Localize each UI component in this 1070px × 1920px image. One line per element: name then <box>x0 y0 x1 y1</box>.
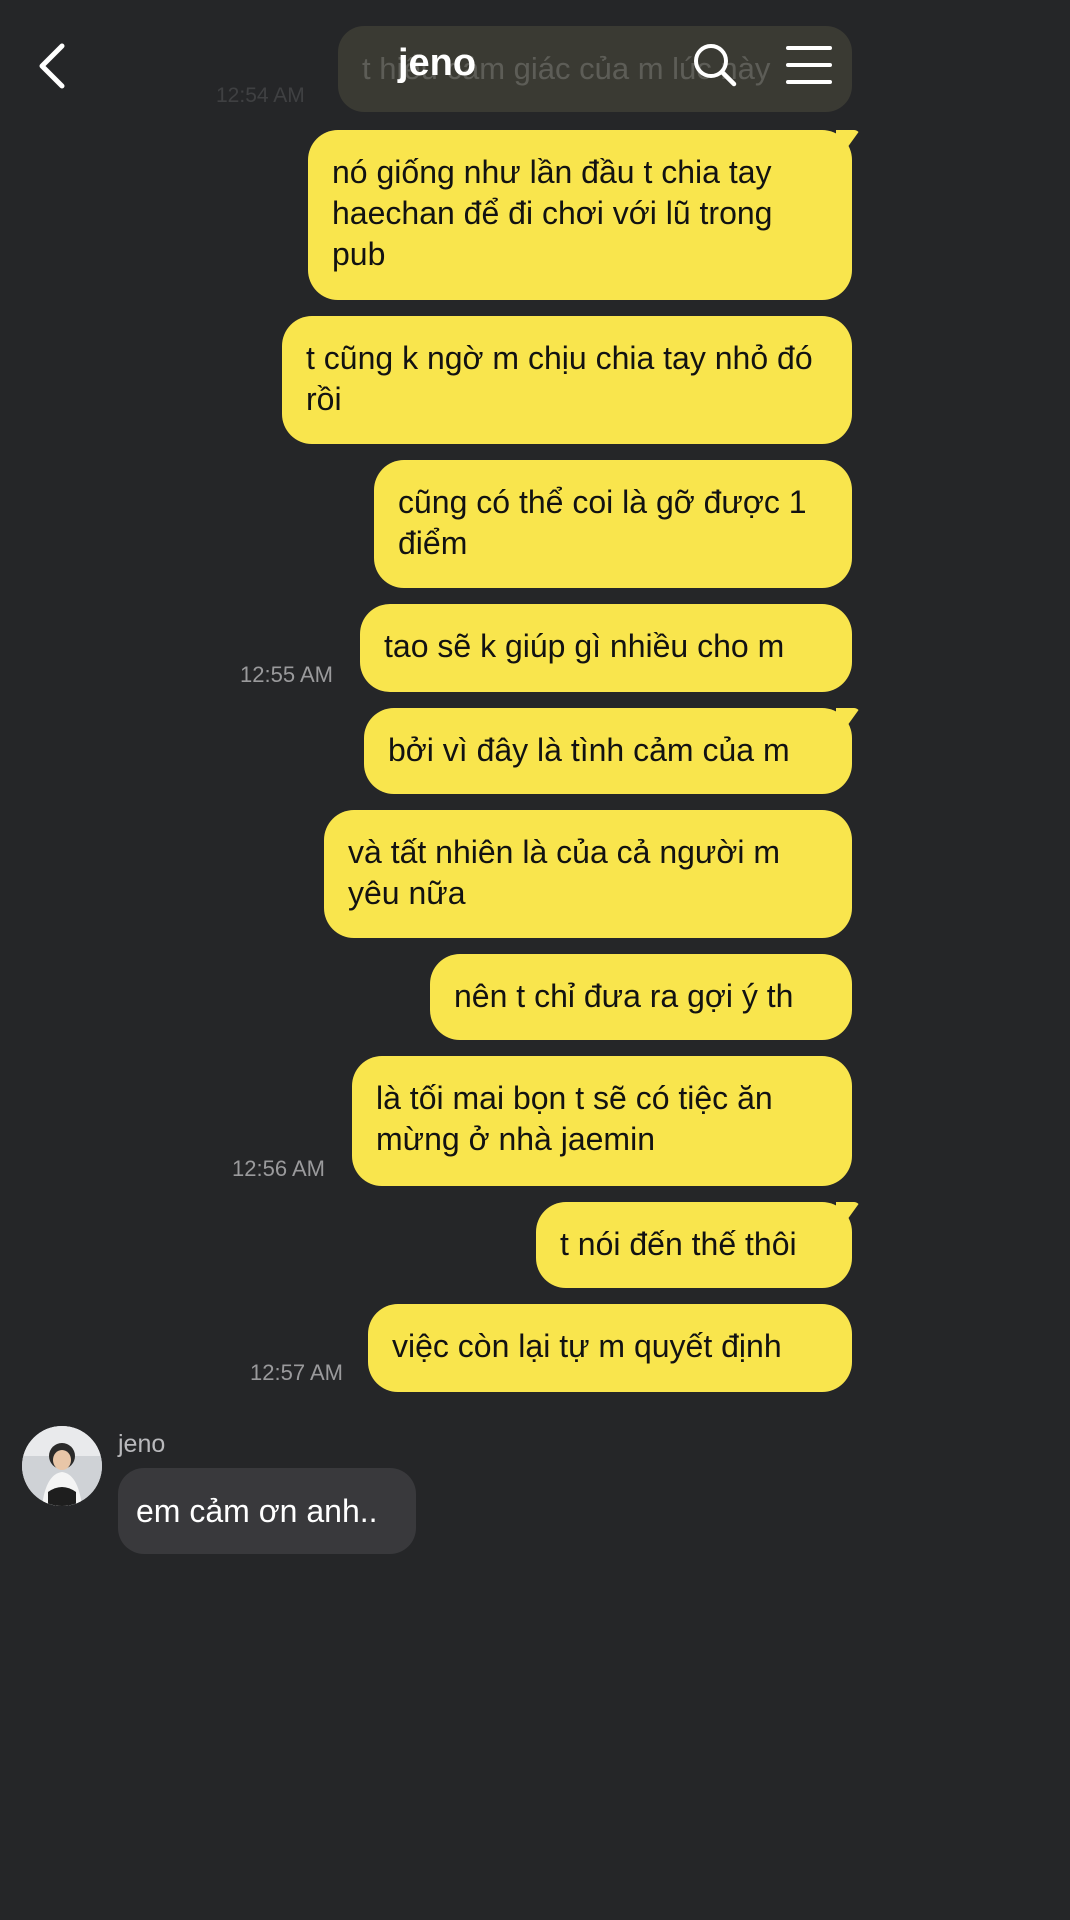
message-bubble-outgoing[interactable]: và tất nhiên là của cả người m yêu nữa <box>324 810 852 938</box>
message-text: em cảm ơn anh.. <box>136 1493 378 1529</box>
message-timestamp: 12:57 AM <box>250 1360 343 1385</box>
message-text: là tối mai bọn t sẽ có tiệc ăn mừng ở nh… <box>376 1080 773 1157</box>
message-text: nên t chỉ đưa ra gợi ý th <box>454 978 794 1014</box>
message-bubble-outgoing[interactable]: nó giống như lần đầu t chia tay haechan … <box>308 130 852 300</box>
sender-name: jeno <box>118 1430 166 1458</box>
avatar[interactable] <box>22 1426 102 1506</box>
message-bubble-incoming[interactable]: em cảm ơn anh.. <box>118 1468 416 1554</box>
message-text: việc còn lại tự m quyết định <box>392 1328 782 1364</box>
message-bubble-outgoing[interactable]: việc còn lại tự m quyết định <box>368 1304 852 1392</box>
search-button[interactable] <box>692 42 738 88</box>
menu-icon[interactable] <box>786 46 832 84</box>
message-text: và tất nhiên là của cả người m yêu nữa <box>348 834 780 911</box>
message-text: t cũng k ngờ m chịu chia tay nhỏ đó rồi <box>306 340 813 417</box>
message-text: cũng có thể coi là gỡ được 1 điểm <box>398 484 807 561</box>
message-timestamp: 12:54 AM <box>216 84 305 107</box>
message-bubble-outgoing[interactable]: là tối mai bọn t sẽ có tiệc ăn mừng ở nh… <box>352 1056 852 1186</box>
message-text: t nói đến thế thôi <box>560 1226 797 1262</box>
message-text: tao sẽ k giúp gì nhiều cho m <box>384 628 785 664</box>
message-bubble-outgoing[interactable]: nên t chỉ đưa ra gợi ý th <box>430 954 852 1040</box>
avatar-photo <box>22 1426 102 1506</box>
chat-title: jeno <box>397 42 477 84</box>
message-text: bởi vì đây là tình cảm của m <box>388 732 790 768</box>
message-bubble-outgoing[interactable]: bởi vì đây là tình cảm của m <box>364 708 852 794</box>
message-text: nó giống như lần đầu t chia tay haechan … <box>332 154 773 272</box>
message-timestamp: 12:56 AM <box>232 1156 325 1181</box>
message-bubble-outgoing[interactable]: tao sẽ k giúp gì nhiều cho m <box>360 604 852 692</box>
message-bubble-outgoing[interactable]: t cũng k ngờ m chịu chia tay nhỏ đó rồi <box>282 316 852 444</box>
message-timestamp: 12:55 AM <box>240 662 333 687</box>
message-bubble-outgoing[interactable]: t nói đến thế thôi <box>536 1202 852 1288</box>
message-bubble-outgoing[interactable]: cũng có thể coi là gỡ được 1 điểm <box>374 460 852 588</box>
search-icon <box>694 44 737 87</box>
